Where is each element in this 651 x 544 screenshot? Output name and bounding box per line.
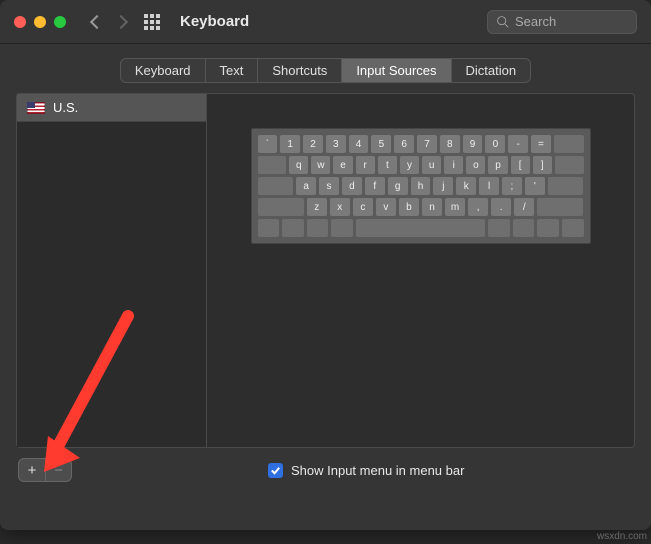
key-k: k: [456, 177, 476, 195]
watermark: wsxdn.com: [597, 531, 647, 542]
key-x: x: [330, 198, 350, 216]
key-blank: [282, 219, 304, 237]
key-i: i: [444, 156, 463, 174]
key-q: q: [289, 156, 308, 174]
key-n: n: [422, 198, 442, 216]
preferences-window: Keyboard Search KeyboardTextShortcutsInp…: [0, 0, 651, 530]
key-3: 3: [326, 135, 346, 153]
key-blank: [258, 198, 304, 216]
back-button[interactable]: [90, 14, 104, 28]
forward-button: [114, 14, 128, 28]
key-`: `: [258, 135, 278, 153]
tab-text[interactable]: Text: [206, 59, 259, 82]
key-blank: [562, 219, 584, 237]
key-h: h: [411, 177, 431, 195]
key-]: ]: [533, 156, 552, 174]
input-source-item[interactable]: U.S.: [17, 94, 206, 122]
key-blank: [548, 177, 584, 195]
key-e: e: [333, 156, 352, 174]
key-2: 2: [303, 135, 323, 153]
key-b: b: [399, 198, 419, 216]
content-area: U.S. `1234567890-= qwertyuiop[] asdfghjkl;…: [16, 93, 635, 530]
tab-bar: KeyboardTextShortcutsInput SourcesDictat…: [0, 44, 651, 93]
key-[: [: [511, 156, 530, 174]
key-u: u: [422, 156, 441, 174]
key-=: =: [531, 135, 551, 153]
key-s: s: [319, 177, 339, 195]
key-blank: [258, 156, 287, 174]
tab-dictation[interactable]: Dictation: [452, 59, 531, 82]
key-/: /: [514, 198, 534, 216]
titlebar: Keyboard Search: [0, 0, 651, 44]
key-1: 1: [280, 135, 300, 153]
key-,: ,: [468, 198, 488, 216]
key-r: r: [356, 156, 375, 174]
remove-source-button[interactable]: −: [45, 459, 71, 481]
key-blank: [555, 156, 584, 174]
add-remove-segment: + −: [18, 458, 72, 482]
key-blank: [513, 219, 535, 237]
key-blank: [258, 177, 294, 195]
key-.: .: [491, 198, 511, 216]
input-source-name: U.S.: [53, 100, 78, 115]
key-j: j: [433, 177, 453, 195]
minimize-window-button[interactable]: [34, 16, 46, 28]
key-blank: [554, 135, 584, 153]
panes: U.S. `1234567890-= qwertyuiop[] asdfghjkl;…: [16, 93, 635, 448]
key--: -: [508, 135, 528, 153]
window-title: Keyboard: [180, 13, 249, 30]
checkbox-box[interactable]: [268, 463, 283, 478]
keyboard-layout: `1234567890-= qwertyuiop[] asdfghjkl;' zxcv…: [251, 128, 591, 244]
key-g: g: [388, 177, 408, 195]
zoom-window-button[interactable]: [54, 16, 66, 28]
key-d: d: [342, 177, 362, 195]
key-;: ;: [502, 177, 522, 195]
search-icon: [496, 15, 509, 28]
key-f: f: [365, 177, 385, 195]
input-sources-list[interactable]: U.S.: [17, 94, 207, 447]
key-blank: [537, 198, 583, 216]
tab-input-sources[interactable]: Input Sources: [342, 59, 451, 82]
key-4: 4: [349, 135, 369, 153]
key-8: 8: [440, 135, 460, 153]
key-t: t: [378, 156, 397, 174]
show-input-menu-checkbox[interactable]: Show Input menu in menu bar: [268, 463, 464, 478]
add-source-button[interactable]: +: [19, 459, 45, 481]
tab-shortcuts[interactable]: Shortcuts: [258, 59, 342, 82]
key-l: l: [479, 177, 499, 195]
key-c: c: [353, 198, 373, 216]
key-blank: [488, 219, 510, 237]
key-blank: [331, 219, 353, 237]
window-controls: [14, 16, 66, 28]
key-z: z: [307, 198, 327, 216]
key-a: a: [296, 177, 316, 195]
bottom-controls: + − Show Input menu in menu bar: [16, 448, 635, 482]
search-placeholder: Search: [515, 14, 556, 29]
key-y: y: [400, 156, 419, 174]
nav-buttons: [92, 17, 126, 27]
key-m: m: [445, 198, 465, 216]
close-window-button[interactable]: [14, 16, 26, 28]
checkbox-label: Show Input menu in menu bar: [291, 463, 464, 478]
key-o: o: [466, 156, 485, 174]
search-field[interactable]: Search: [487, 10, 637, 34]
key-blank: [258, 219, 280, 237]
key-w: w: [311, 156, 330, 174]
key-6: 6: [394, 135, 414, 153]
checkmark-icon: [270, 465, 281, 476]
flag-icon-us: [27, 102, 45, 114]
key-blank: [307, 219, 329, 237]
key-0: 0: [485, 135, 505, 153]
key-5: 5: [371, 135, 391, 153]
key-7: 7: [417, 135, 437, 153]
key-blank: [537, 219, 559, 237]
key-blank: [356, 219, 485, 237]
keyboard-preview: `1234567890-= qwertyuiop[] asdfghjkl;' zxcv…: [207, 94, 634, 447]
tab-keyboard[interactable]: Keyboard: [121, 59, 206, 82]
key-': ': [525, 177, 545, 195]
key-p: p: [488, 156, 507, 174]
key-9: 9: [463, 135, 483, 153]
key-v: v: [376, 198, 396, 216]
show-all-icon[interactable]: [144, 14, 160, 30]
